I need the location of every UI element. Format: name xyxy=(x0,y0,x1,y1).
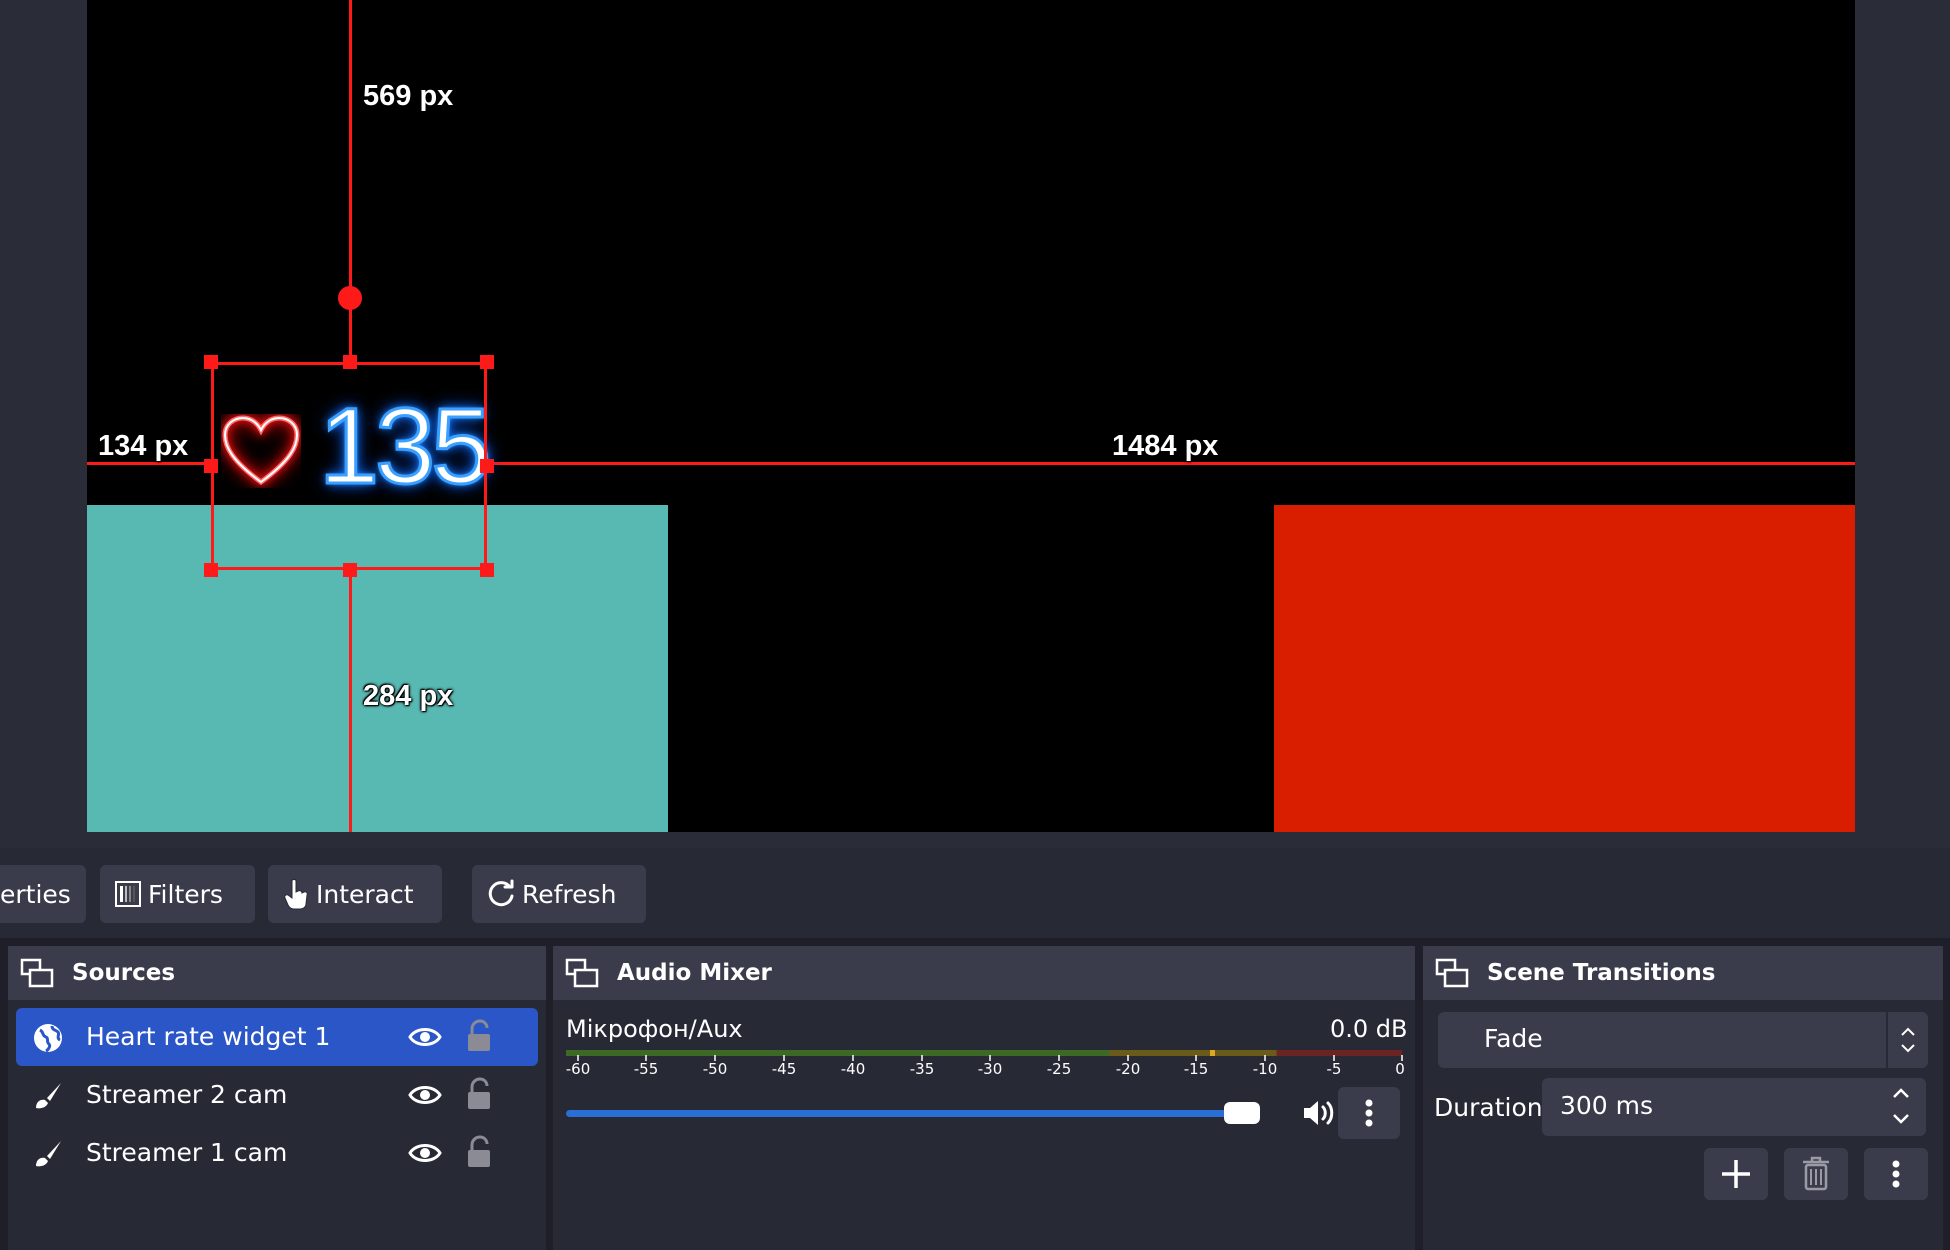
hand-pointer-icon xyxy=(284,879,308,910)
resize-handle-top-right[interactable] xyxy=(480,355,494,369)
refresh-button[interactable]: Refresh xyxy=(472,865,646,923)
audio-mixer-dock: Audio Mixer xyxy=(553,946,1415,1250)
lock-icon[interactable] xyxy=(466,1019,492,1053)
meter-tick-label: -30 xyxy=(977,1060,1003,1078)
red-source[interactable] xyxy=(1274,505,1855,832)
filters-icon xyxy=(115,881,141,907)
meter-tick-label: -55 xyxy=(633,1060,659,1078)
plus-icon xyxy=(1722,1160,1750,1188)
resize-handle-bottom[interactable] xyxy=(343,563,357,577)
resize-handle-left[interactable] xyxy=(204,459,218,473)
preview-canvas[interactable]: 569 px 134 px 1484 px 284 px 135 xyxy=(87,0,1855,832)
source-name: Heart rate widget 1 xyxy=(86,1022,331,1051)
more-vertical-icon xyxy=(1365,1099,1373,1127)
audio-channel-menu-button[interactable] xyxy=(1338,1087,1400,1139)
top-distance-label: 569 px xyxy=(363,80,454,112)
resize-handle-bottom-right[interactable] xyxy=(480,563,494,577)
meter-tick-label: -20 xyxy=(1115,1060,1141,1078)
lock-icon[interactable] xyxy=(466,1135,492,1169)
bottom-distance-label: 284 px xyxy=(363,680,454,712)
resize-handle-bottom-left[interactable] xyxy=(204,563,218,577)
interact-button[interactable]: Interact xyxy=(268,865,442,923)
brush-icon xyxy=(36,1141,61,1167)
source-item-streamer-1-cam[interactable]: Streamer 1 cam xyxy=(16,1124,538,1182)
transition-select[interactable]: Fade xyxy=(1438,1012,1928,1068)
dock-undock-icon[interactable] xyxy=(565,958,599,988)
bottom-guide-line xyxy=(349,570,352,832)
lock-icon[interactable] xyxy=(466,1077,492,1111)
add-transition-button[interactable] xyxy=(1704,1148,1768,1200)
transition-select-value: Fade xyxy=(1484,1024,1543,1053)
resize-handle-top[interactable] xyxy=(343,355,357,369)
duration-label: Duration xyxy=(1434,1093,1543,1122)
refresh-button-label: Refresh xyxy=(522,879,617,909)
scene-transitions-dock-header[interactable]: Scene Transitions xyxy=(1423,946,1943,1000)
source-item-heart-rate-widget[interactable]: Heart rate widget 1 xyxy=(16,1008,538,1066)
globe-icon xyxy=(34,1024,62,1053)
duration-value: 300 ms xyxy=(1560,1091,1654,1120)
meter-tick-label: -50 xyxy=(702,1060,728,1078)
more-vertical-icon xyxy=(1892,1160,1900,1188)
resize-handle-right[interactable] xyxy=(480,459,494,473)
trash-icon xyxy=(1803,1156,1829,1191)
interact-button-label: Interact xyxy=(316,879,414,909)
properties-button-label: erties xyxy=(0,879,71,909)
audio-level-readout: 0.0 dB xyxy=(1330,1015,1408,1043)
left-distance-label: 134 px xyxy=(98,430,189,462)
select-divider xyxy=(1886,1012,1888,1068)
selection-box[interactable] xyxy=(211,362,487,570)
refresh-icon xyxy=(488,879,514,907)
brush-icon xyxy=(36,1083,61,1109)
transition-menu-button[interactable] xyxy=(1864,1148,1928,1200)
sources-title: Sources xyxy=(72,960,176,986)
dock-undock-icon[interactable] xyxy=(20,958,54,988)
duration-spinbox[interactable]: 300 ms xyxy=(1542,1078,1926,1136)
remove-transition-button[interactable] xyxy=(1784,1148,1848,1200)
visibility-eye-icon[interactable] xyxy=(408,1139,442,1167)
volume-slider[interactable] xyxy=(566,1110,1242,1117)
volume-slider-handle[interactable] xyxy=(1224,1102,1260,1124)
source-name: Streamer 1 cam xyxy=(86,1138,288,1167)
scene-transitions-title: Scene Transitions xyxy=(1487,960,1716,986)
sources-dock: Sources Heart rate widget 1 Streamer 2 c… xyxy=(8,946,546,1250)
audio-mixer-title: Audio Mixer xyxy=(617,960,772,986)
properties-button[interactable]: erties xyxy=(0,865,86,923)
meter-tick-label: -60 xyxy=(565,1060,591,1078)
source-item-streamer-2-cam[interactable]: Streamer 2 cam xyxy=(16,1066,538,1124)
speaker-icon[interactable] xyxy=(1302,1097,1338,1129)
filters-button[interactable]: Filters xyxy=(100,865,255,923)
audio-mixer-dock-header[interactable]: Audio Mixer xyxy=(553,946,1415,1000)
meter-tick-label: -45 xyxy=(771,1060,797,1078)
meter-tick-label: -40 xyxy=(840,1060,866,1078)
right-distance-label: 1484 px xyxy=(1112,430,1219,462)
meter-tick-label: -5 xyxy=(1326,1060,1342,1078)
preview-area[interactable]: 569 px 134 px 1484 px 284 px 135 xyxy=(0,0,1950,848)
visibility-eye-icon[interactable] xyxy=(408,1023,442,1051)
meter-tick-label: -15 xyxy=(1183,1060,1209,1078)
visibility-eye-icon[interactable] xyxy=(408,1081,442,1109)
chevron-down-icon[interactable] xyxy=(1890,1110,1912,1128)
select-updown-icon xyxy=(1901,1027,1915,1053)
audio-channel-name: Мікрофон/Aux xyxy=(566,1015,743,1043)
sources-dock-header[interactable]: Sources xyxy=(8,946,546,1000)
rotate-handle[interactable] xyxy=(338,286,362,310)
meter-tick-label: -25 xyxy=(1046,1060,1072,1078)
meter-tick-label: 0 xyxy=(1395,1060,1405,1078)
meter-tick-label: -10 xyxy=(1252,1060,1278,1078)
source-name: Streamer 2 cam xyxy=(86,1080,288,1109)
resize-handle-top-left[interactable] xyxy=(204,355,218,369)
chevron-up-icon[interactable] xyxy=(1890,1084,1912,1102)
meter-tick-label: -35 xyxy=(909,1060,935,1078)
dock-undock-icon[interactable] xyxy=(1435,958,1469,988)
filters-button-label: Filters xyxy=(148,879,223,909)
